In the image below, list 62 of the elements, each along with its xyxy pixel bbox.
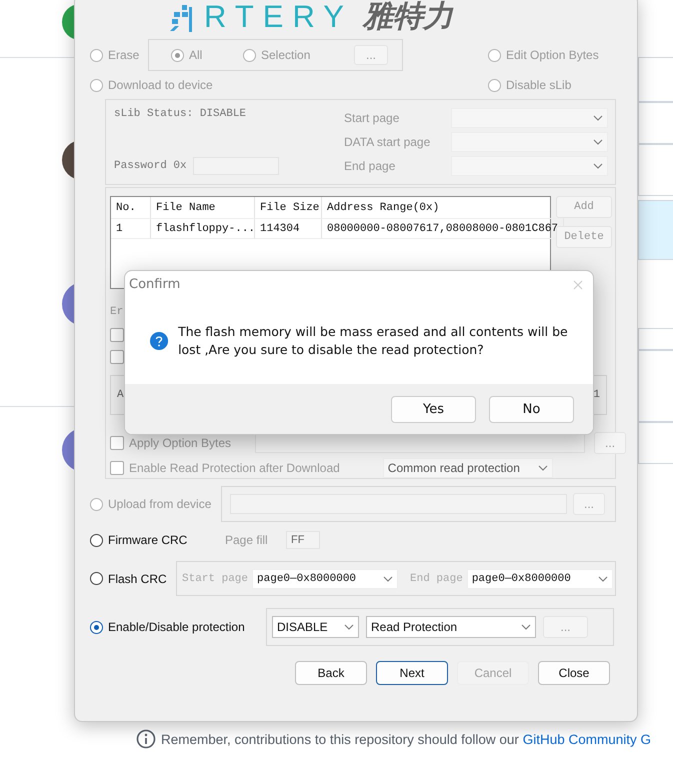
section-label: Er: [110, 306, 124, 318]
table-cell: flashfloppy-...: [151, 219, 255, 239]
page-dropdown[interactable]: [451, 132, 608, 152]
address-value: 1: [593, 389, 600, 401]
start-page-label: Start page: [182, 572, 248, 584]
chevron-icon: [344, 624, 354, 630]
protection-mode-dropdown[interactable]: Common read protection: [382, 458, 553, 478]
chevron-icon: [598, 576, 608, 582]
end-page-dropdown[interactable]: page0—0x8000000: [466, 568, 613, 588]
dialog-message: The flash memory will be mass erased and all contents will be lost ,Are you sure to disable the read protection?: [178, 323, 569, 359]
page-fill-field[interactable]: FF: [286, 531, 320, 549]
page-fill-label: Page fill: [225, 533, 269, 547]
page-dropdown[interactable]: [451, 108, 608, 128]
chevron-icon: [593, 115, 603, 121]
file-action-button[interactable]: Add: [556, 196, 612, 218]
page-dropdown[interactable]: [451, 156, 608, 176]
dialog-title: Confirm: [129, 277, 180, 292]
address-label: A: [117, 389, 124, 401]
browse-button[interactable]: ...: [543, 616, 588, 638]
chevron-icon: [593, 139, 603, 145]
chevron-icon: [538, 465, 548, 471]
password-label: Password 0x: [114, 160, 187, 172]
protection-radio[interactable]: Enable/Disable protection: [90, 620, 266, 634]
protection-state-dropdown[interactable]: DISABLE: [272, 616, 359, 638]
page-label: End page: [344, 159, 396, 173]
column-header: File Size: [255, 197, 322, 219]
slib-status: sLib Status: DISABLE: [114, 108, 248, 120]
wizard-button[interactable]: Back: [295, 661, 367, 685]
start-page-dropdown[interactable]: page0—0x8000000: [252, 568, 398, 588]
option-checkbox[interactable]: [110, 350, 124, 364]
page-label: DATA start page: [344, 135, 432, 149]
apply-option-bytes-checkbox[interactable]: Apply Option Bytes: [110, 436, 232, 450]
logo-chinese: 雅特力: [362, 1, 453, 33]
option-checkbox[interactable]: [110, 328, 124, 342]
protection-type-dropdown[interactable]: Read Protection: [366, 616, 536, 638]
contribution-note: Remember, contributions to this repository should follow our GitHub Community G: [161, 732, 651, 746]
wizard-button[interactable]: Next: [376, 661, 448, 685]
chevron-icon: [521, 624, 531, 630]
table-cell: 114304: [255, 219, 322, 239]
browse-button[interactable]: ...: [594, 432, 626, 454]
wizard-button[interactable]: Close: [538, 661, 610, 685]
table-cell: 1: [111, 219, 151, 239]
column-header: File Name: [151, 197, 255, 219]
file-action-button[interactable]: Delete: [556, 226, 612, 248]
firmware-crc-radio[interactable]: Firmware CRC: [90, 533, 225, 547]
chevron-icon: [593, 163, 603, 169]
flash-crc-radio[interactable]: Flash CRC: [90, 572, 176, 586]
highlighted-card: [638, 200, 673, 260]
dialog-button[interactable]: No: [489, 396, 574, 422]
info-icon: [136, 729, 156, 749]
close-icon[interactable]: [573, 280, 583, 290]
community-guidelines-link[interactable]: GitHub Community G: [522, 732, 651, 746]
logo-wordmark: RTERY: [204, 1, 353, 33]
end-page-label: End page: [410, 572, 463, 584]
chevron-icon: [383, 576, 394, 582]
read-protection-checkbox[interactable]: Enable Read Protection after Download: [110, 461, 340, 475]
column-header: No.: [111, 197, 151, 219]
dialog-button[interactable]: Yes: [391, 396, 476, 422]
page-label: Start page: [344, 111, 400, 125]
list-card: [638, 102, 673, 144]
logo-pixel-icon: [168, 3, 194, 33]
option-bytes-file-field[interactable]: [255, 433, 586, 453]
